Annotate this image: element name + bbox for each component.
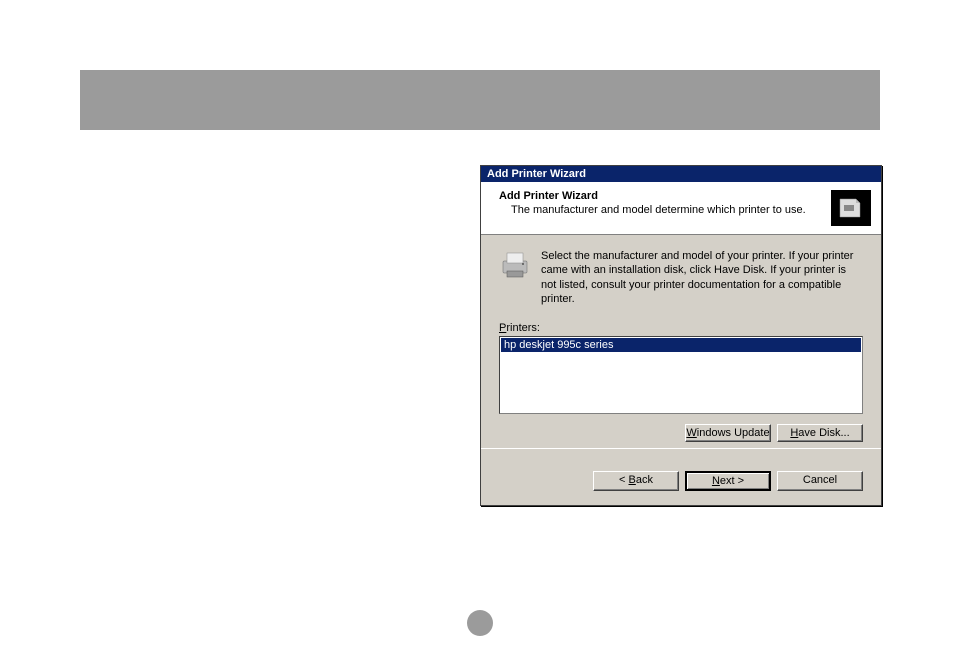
dialog-header-subtitle: The manufacturer and model determine whi… [491, 204, 831, 216]
printer-header-icon [831, 190, 871, 226]
windows-update-button[interactable]: Windows Update [685, 424, 771, 442]
cancel-button[interactable]: Cancel [777, 471, 863, 491]
instruction-text: Select the manufacturer and model of you… [541, 249, 863, 306]
dialog-header-text: Add Printer Wizard The manufacturer and … [491, 190, 831, 216]
next-button[interactable]: Next > [685, 471, 771, 491]
dialog-header-title: Add Printer Wizard [491, 190, 831, 202]
printer-instruction-icon [499, 249, 531, 281]
dialog-header: Add Printer Wizard The manufacturer and … [481, 182, 881, 235]
decorative-bar [80, 70, 880, 130]
dialog-titlebar: Add Printer Wizard [481, 166, 881, 182]
printers-label: Printers: [499, 322, 863, 334]
back-button[interactable]: < Back [593, 471, 679, 491]
instruction-row: Select the manufacturer and model of you… [499, 249, 863, 306]
add-printer-wizard-dialog: Add Printer Wizard Add Printer Wizard Th… [480, 165, 882, 506]
mid-buttons-row: Windows Update Have Disk... [499, 424, 863, 442]
printer-list-item[interactable]: hp deskjet 995c series [501, 338, 861, 352]
dialog-body: Select the manufacturer and model of you… [481, 235, 881, 459]
have-disk-button[interactable]: Have Disk... [777, 424, 863, 442]
page-indicator-circle [467, 610, 493, 636]
divider [481, 448, 881, 449]
printers-listbox[interactable]: hp deskjet 995c series [499, 336, 863, 414]
dialog-title-text: Add Printer Wizard [487, 168, 586, 180]
bottom-buttons-row: < Back Next > Cancel [481, 459, 881, 505]
